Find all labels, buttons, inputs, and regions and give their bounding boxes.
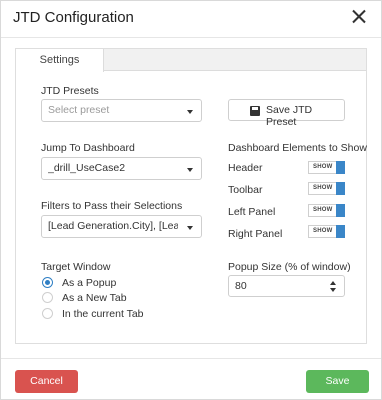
radio-as-popup[interactable]: [42, 277, 53, 288]
dialog-header: JTD Configuration: [1, 1, 381, 37]
footer-divider: [1, 358, 381, 359]
tab-bar: Settings: [16, 49, 366, 72]
dialog-title: JTD Configuration: [13, 9, 134, 26]
element-label-toolbar: Toolbar: [228, 184, 263, 196]
popup-size-label: Popup Size (% of window): [228, 261, 351, 273]
close-icon[interactable]: [351, 9, 367, 25]
radio-current-tab[interactable]: [42, 308, 53, 319]
preset-select-placeholder: Select preset: [48, 104, 110, 116]
header-divider: [1, 37, 381, 38]
save-button[interactable]: Save: [306, 370, 369, 393]
toolbar-toggle[interactable]: SHOW: [308, 182, 345, 195]
save-jtd-preset-button[interactable]: Save JTD Preset: [228, 99, 345, 128]
dashboard-elements-label: Dashboard Elements to Show: [228, 142, 367, 154]
toggle-label: SHOW: [313, 207, 333, 213]
toggle-label: SHOW: [313, 228, 333, 234]
element-label-right-panel: Right Panel: [228, 228, 283, 240]
chevron-down-icon: [187, 110, 193, 114]
filters-select-value: [Lead Generation.City], [Lead ...: [48, 220, 178, 232]
cancel-button[interactable]: Cancel: [15, 370, 78, 393]
filters-label: Filters to Pass their Selections: [41, 200, 183, 212]
spin-up-icon[interactable]: [330, 281, 336, 285]
toggle-knob: [336, 225, 345, 238]
save-jtd-preset-label: Save JTD Preset: [266, 104, 313, 128]
toggle-knob: [336, 161, 345, 174]
dashboard-select-value: _drill_UseCase2: [48, 162, 126, 174]
radio-new-tab[interactable]: [42, 292, 53, 303]
toggle-knob: [336, 204, 345, 217]
radio-label-current-tab: In the current Tab: [62, 308, 144, 320]
presets-label: JTD Presets: [41, 85, 99, 97]
preset-select[interactable]: Select preset: [41, 99, 202, 122]
save-icon: [250, 106, 260, 116]
filters-select[interactable]: [Lead Generation.City], [Lead ...: [41, 215, 202, 238]
left-panel-toggle[interactable]: SHOW: [308, 204, 345, 217]
jtd-configuration-dialog: JTD Configuration Settings JTD Presets S…: [0, 0, 382, 400]
spin-down-icon[interactable]: [330, 288, 336, 292]
dashboard-select[interactable]: _drill_UseCase2: [41, 157, 202, 180]
tab-settings[interactable]: Settings: [16, 49, 104, 72]
right-panel-toggle[interactable]: SHOW: [308, 225, 345, 238]
chevron-down-icon: [187, 168, 193, 172]
element-label-header: Header: [228, 162, 263, 174]
element-label-left-panel: Left Panel: [228, 206, 276, 218]
jump-to-dashboard-label: Jump To Dashboard: [41, 142, 135, 154]
popup-size-value: 80: [235, 280, 247, 292]
toggle-label: SHOW: [313, 164, 333, 170]
radio-label-as-popup: As a Popup: [62, 277, 117, 289]
target-window-label: Target Window: [41, 261, 111, 273]
toggle-label: SHOW: [313, 185, 333, 191]
popup-size-input[interactable]: 80: [228, 275, 345, 297]
chevron-down-icon: [187, 226, 193, 230]
header-toggle[interactable]: SHOW: [308, 161, 345, 174]
radio-label-new-tab: As a New Tab: [62, 292, 127, 304]
toggle-knob: [336, 182, 345, 195]
